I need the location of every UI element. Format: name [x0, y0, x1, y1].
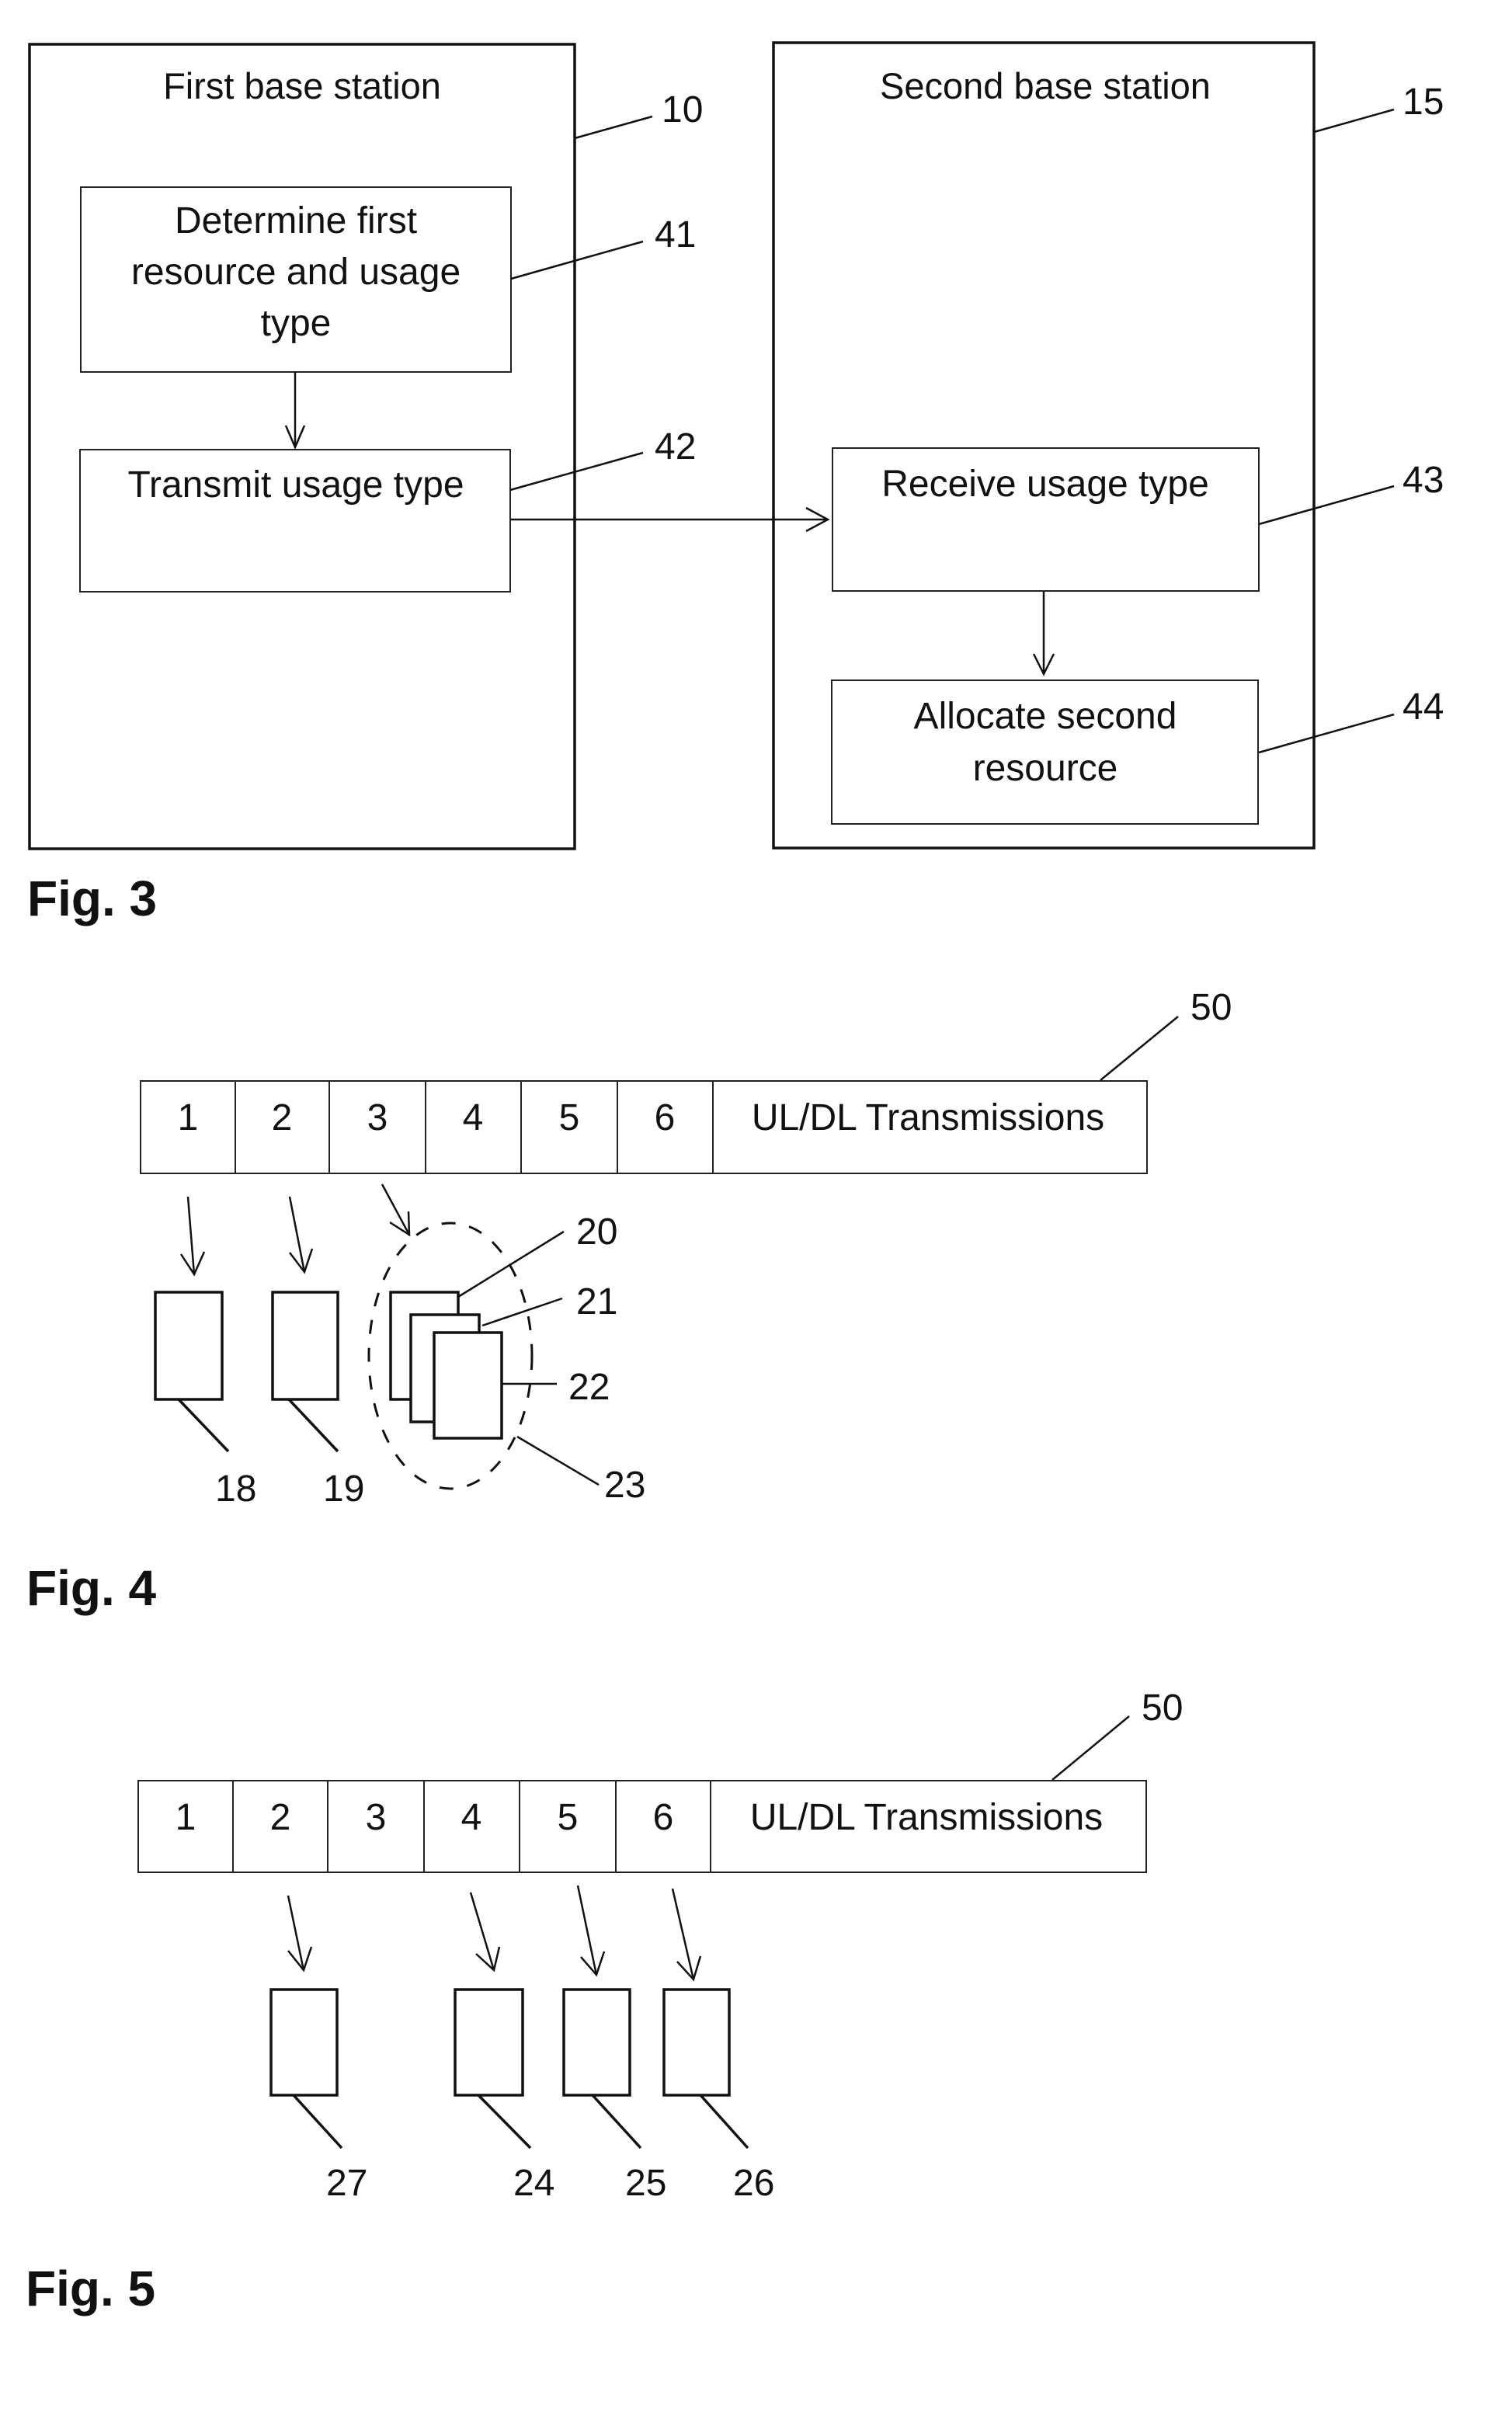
ref-leader-23 [516, 1435, 600, 1486]
ref-leader-26 [699, 2094, 749, 2150]
ref-label-27: 27 [326, 2163, 367, 2204]
cell-label-1: 1 [178, 1097, 199, 1138]
resource-19 [271, 1291, 339, 1401]
fig3-caption: Fig. 3 [27, 871, 157, 926]
fig5-caption: Fig. 5 [26, 2261, 155, 2316]
ref-label-50: 50 [1190, 987, 1232, 1028]
step-receive-usage-label: Receive usage type [881, 464, 1209, 505]
resource-24 [454, 1988, 524, 2097]
cell-label-ul-dl: UL/DL Transmissions [750, 1797, 1103, 1838]
ref-label-26: 26 [733, 2163, 774, 2204]
step-determine-resource-line3: type [261, 303, 332, 344]
cell-label-3: 3 [367, 1097, 388, 1138]
map-arrow-cell1 [186, 1196, 196, 1275]
first-base-station-title: First base station [163, 65, 441, 106]
map-arrow-cell5 [576, 1885, 598, 1976]
fig4-frame-row: 1 2 3 4 5 6 UL/DL Transmissions [140, 1080, 1148, 1174]
ref-label-43: 43 [1403, 460, 1444, 501]
ref-leader-43 [1258, 485, 1395, 526]
first-base-station-frame [28, 43, 576, 850]
cell-label-5: 5 [558, 1797, 579, 1838]
ref-leader-41 [510, 240, 644, 280]
step-determine-resource-line1: Determine first [175, 200, 417, 242]
ref-leader-44 [1258, 713, 1395, 754]
fig5: 1 2 3 4 5 6 UL/DL Transmissions 50 27 24 [26, 1687, 1183, 2316]
cell-label-2: 2 [270, 1797, 291, 1838]
ref-label-10: 10 [662, 89, 703, 130]
step-determine-resource-line2: resource and usage [131, 252, 461, 293]
resource-22 [433, 1331, 503, 1440]
patent-drawing-sheet: First base station 10 Determine first re… [26, 41, 1444, 2316]
cell-label-1: 1 [176, 1797, 196, 1838]
step-allocate-resource-line1: Allocate second [914, 696, 1177, 737]
cell-label-4: 4 [463, 1097, 484, 1138]
ref-label-41: 41 [655, 214, 696, 255]
ref-leader-19 [287, 1398, 339, 1453]
resource-26 [662, 1988, 731, 2097]
ref-leader-24 [477, 2094, 532, 2150]
fig5-frame-row: 1 2 3 4 5 6 UL/DL Transmissions [137, 1780, 1147, 1873]
ref-label-50: 50 [1142, 1687, 1183, 1729]
ref-label-24: 24 [513, 2163, 554, 2204]
fig4-caption: Fig. 4 [26, 1560, 157, 1616]
cell-label-3: 3 [366, 1797, 387, 1838]
cell-label-2: 2 [272, 1097, 293, 1138]
ref-label-21: 21 [576, 1281, 617, 1322]
ref-label-23: 23 [604, 1465, 645, 1506]
ref-leader-27 [292, 2094, 343, 2150]
ref-label-18: 18 [215, 1468, 256, 1510]
ref-leader-50 [1100, 1016, 1179, 1081]
cell-label-6: 6 [653, 1797, 674, 1838]
ref-label-25: 25 [625, 2163, 666, 2204]
fig4: 1 2 3 4 5 6 UL/DL Transmissions 50 18 19… [26, 987, 1232, 1616]
ref-leader-25 [591, 2094, 642, 2150]
step-allocate-resource-line2: resource [973, 748, 1118, 789]
ref-label-44: 44 [1403, 686, 1444, 728]
ref-label-15: 15 [1403, 82, 1444, 123]
second-base-station-title: Second base station [880, 65, 1211, 106]
ref-leader-18 [177, 1398, 230, 1453]
cell-label-ul-dl: UL/DL Transmissions [752, 1097, 1104, 1138]
fig3: First base station 10 Determine first re… [27, 41, 1444, 926]
ref-label-42: 42 [655, 426, 696, 467]
ref-leader-50 [1051, 1715, 1130, 1781]
ref-leader-20 [457, 1230, 565, 1298]
ref-leader-21 [481, 1297, 563, 1327]
resource-25 [562, 1988, 631, 2097]
cell-label-5: 5 [559, 1097, 580, 1138]
resource-18 [154, 1291, 224, 1401]
ref-leader-42 [509, 451, 644, 492]
ref-label-20: 20 [576, 1211, 617, 1253]
step-transmit-usage-label: Transmit usage type [127, 464, 464, 506]
map-arrow-cell6 [671, 1888, 695, 1980]
cell-label-6: 6 [655, 1097, 676, 1138]
cell-label-4: 4 [461, 1797, 482, 1838]
ref-label-22: 22 [568, 1367, 610, 1408]
resource-27 [269, 1988, 339, 2097]
ref-label-19: 19 [323, 1468, 364, 1510]
ref-leader-15 [1313, 108, 1395, 134]
ref-leader-10 [574, 115, 653, 140]
